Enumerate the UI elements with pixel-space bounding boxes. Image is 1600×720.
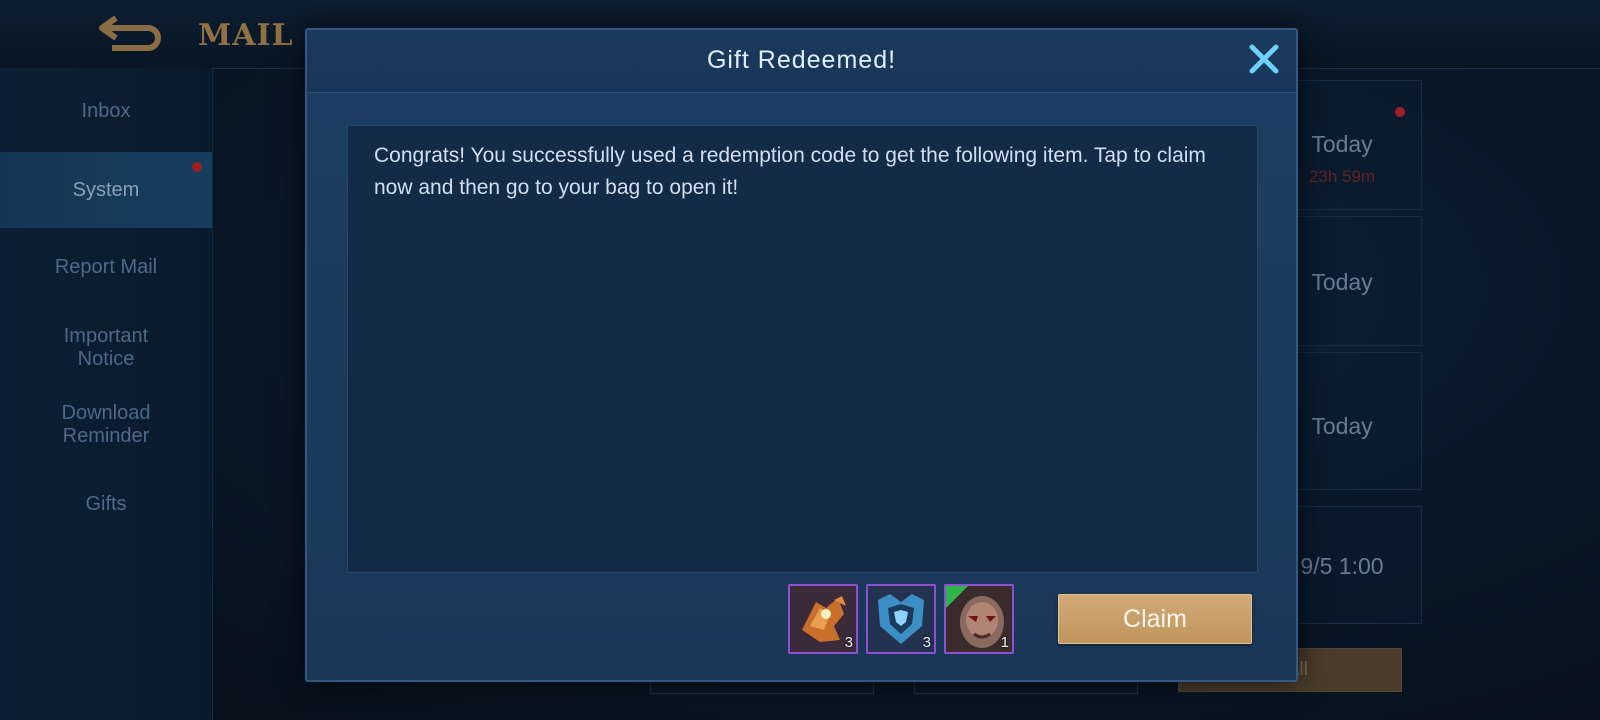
reward-item[interactable]: 1 [944, 584, 1014, 654]
claim-button-label: Claim [1123, 604, 1187, 633]
reward-quantity: 3 [844, 634, 853, 651]
reward-quantity: 3 [922, 634, 931, 651]
gift-redeemed-dialog: Gift Redeemed! Congrats! You successfull… [305, 28, 1298, 682]
close-icon [1249, 44, 1279, 74]
message-text: Congrats! You successfully used a redemp… [374, 144, 1206, 199]
reward-item[interactable]: 3 [866, 584, 936, 654]
reward-item[interactable]: 3 [788, 584, 858, 654]
reward-quantity: 1 [1000, 634, 1009, 651]
close-button[interactable] [1245, 40, 1283, 78]
dialog-header: Gift Redeemed! [307, 30, 1296, 93]
message-box: Congrats! You successfully used a redemp… [347, 125, 1258, 573]
dialog-title: Gift Redeemed! [706, 46, 897, 74]
claim-button[interactable]: Claim [1058, 594, 1252, 644]
